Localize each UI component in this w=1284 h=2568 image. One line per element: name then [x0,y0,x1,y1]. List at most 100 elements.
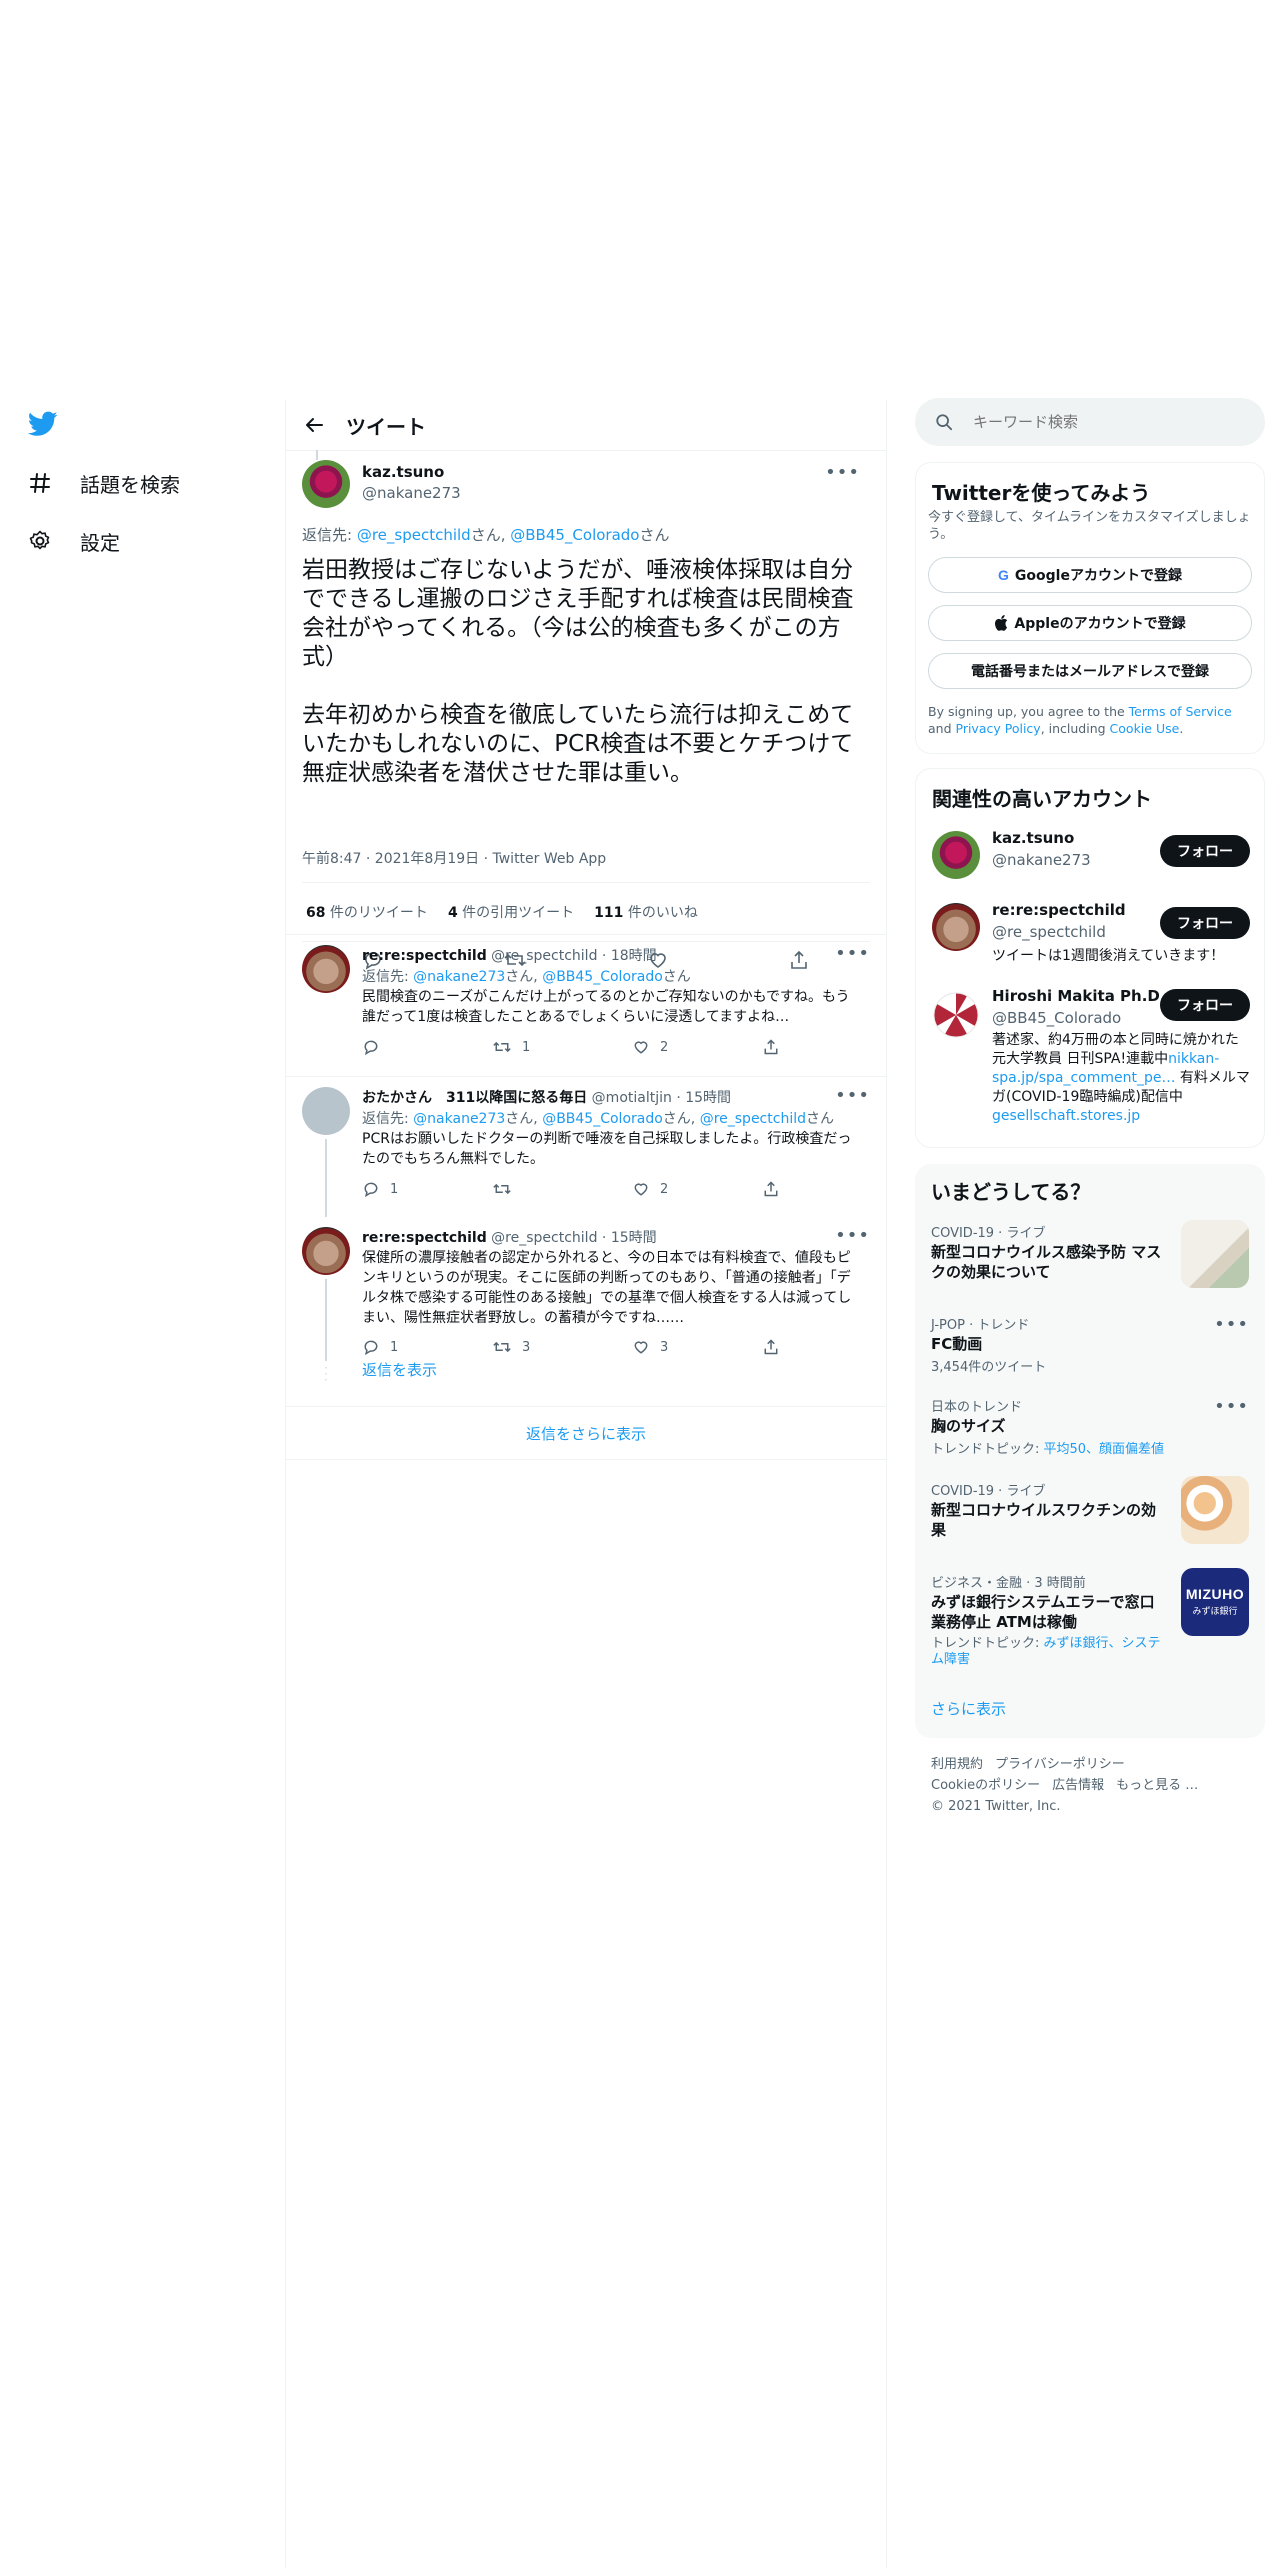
signup-legal: By signing up, you agree to the Terms of… [928,703,1254,737]
relevant-title: 関連性の高いアカウント [932,787,1152,811]
show-replies-link[interactable]: 返信を表示 [362,1359,437,1380]
avatar[interactable] [302,945,350,993]
trend-item[interactable]: J-POP · トレンド FC動画 3,454件のツイート ••• [915,1314,1265,1384]
gear-icon [28,521,68,561]
likes-label: 件のいいね [623,905,698,921]
footer-privacy-link[interactable]: プライバシーポリシー [995,1757,1125,1772]
avatar[interactable] [302,460,350,508]
search-input[interactable] [971,412,1235,432]
terms-link[interactable]: Terms of Service [1129,704,1232,719]
like-count: 3 [660,1339,669,1355]
legal-text: and [928,721,956,736]
avatar[interactable] [302,1227,350,1275]
trend-thumbnail[interactable] [1181,1220,1249,1288]
footer-ads-link[interactable]: 広告情報 [1052,1778,1104,1793]
nav-settings-label: 設定 [80,530,120,555]
search-bar[interactable] [915,398,1265,446]
account-row[interactable]: re:re:spectchild @re_spectchild ツイートは1週間… [916,893,1264,973]
retweet-button[interactable]: 1 [492,1038,632,1056]
trend-topics-links[interactable]: 平均50、顔面偏差値 [1044,1442,1165,1457]
footer-more-link[interactable]: もっと見る … [1116,1778,1198,1793]
retweet-button[interactable]: 3 [492,1338,632,1356]
quotes-stat[interactable]: 4 件の引用ツイート [448,902,574,922]
mention-suffix: さん, [662,1111,700,1127]
reply-button[interactable]: 1 [362,1180,492,1198]
account-name[interactable]: Hiroshi Makita Ph.D. [992,987,1166,1005]
follow-button[interactable]: フォロー [1160,907,1250,939]
signup-title: Twitterを使ってみよう [932,481,1151,505]
mention-link[interactable]: @BB45_Colorado [510,526,639,544]
share-button[interactable] [762,1338,780,1356]
reply-tweet[interactable]: re:re:spectchild @re_spectchild · 15時間 •… [286,1217,886,1397]
tweet-timestamp[interactable]: 午前8:47 · 2021年8月19日 · Twitter Web App [302,848,606,868]
trend-item[interactable]: COVID-19 · ライブ 新型コロナウイルス感染予防 マスクの効果について [915,1220,1265,1302]
reply-button[interactable]: 1 [362,1338,492,1356]
account-row[interactable]: Hiroshi Makita Ph.D. @BB45_Colorado 著述家、… [916,981,1264,1141]
more-icon[interactable]: ••• [1214,1396,1249,1417]
back-arrow-icon[interactable] [286,400,342,450]
display-name[interactable]: re:re:spectchild [362,948,487,964]
trend-category: 日本のトレンド [931,1400,1023,1415]
reply-tweet[interactable]: おたかさん 311以降国に怒る毎日 @motialtjin · 15時間 •••… [286,1077,886,1217]
account-row[interactable]: kaz.tsuno @nakane273 フォロー [916,821,1264,891]
handle-time: @re_spectchild · 18時間 [486,948,657,964]
show-more-replies-link[interactable]: 返信をさらに表示 [286,1407,886,1459]
share-button[interactable] [762,1038,780,1056]
mention-link[interactable]: @BB45_Colorado [542,1111,663,1127]
mention-link[interactable]: @re_spectchild [700,1111,806,1127]
trend-item[interactable]: 日本のトレンド 胸のサイズ トレンドトピック: 平均50、顔面偏差値 ••• [915,1396,1265,1466]
trend-thumbnail[interactable]: MIZUHO みずほ銀行 [1181,1568,1249,1636]
display-name[interactable]: kaz.tsuno [362,463,444,481]
mention-link[interactable]: @nakane273 [413,1111,505,1127]
avatar[interactable] [932,903,980,951]
quotes-count: 4 [447,905,458,921]
cookie-link[interactable]: Cookie Use [1110,721,1180,736]
like-button[interactable]: 2 [632,1180,762,1198]
likes-stat[interactable]: 111 件のいいね [594,902,698,922]
more-icon[interactable]: ••• [1214,1314,1249,1335]
apple-signup-button[interactable]: Appleのアカウントで登録 [928,605,1252,641]
reply-text: 民間検査のニーズがこんだけ上がってるのとかご存知ないのかもですね。もう誰だって1… [362,989,850,1025]
trend-item[interactable]: COVID-19 · ライブ 新型コロナウイルスワクチンの効果 [915,1476,1265,1560]
reply-button[interactable] [362,1038,492,1056]
more-icon[interactable]: ••• [825,462,860,483]
avatar[interactable] [302,1087,350,1135]
more-icon[interactable]: ••• [835,943,870,964]
follow-button[interactable]: フォロー [1160,989,1250,1021]
footer-terms-link[interactable]: 利用規約 [931,1757,983,1772]
account-name[interactable]: re:re:spectchild [992,901,1126,919]
account-name[interactable]: kaz.tsuno [992,829,1074,847]
reply-tweet[interactable]: re:re:spectchild @re_spectchild · 18時間 •… [286,935,886,1075]
nav-explore[interactable]: 話題を検索 [28,454,258,512]
more-icon[interactable]: ••• [835,1225,870,1246]
footer-cookie-link[interactable]: Cookieのポリシー [931,1778,1040,1793]
privacy-link[interactable]: Privacy Policy [956,721,1041,736]
show-more-trends-link[interactable]: さらに表示 [931,1698,1006,1719]
mention-link[interactable]: @nakane273 [413,969,505,985]
trend-thumbnail[interactable] [1181,1476,1249,1544]
twitter-logo-icon[interactable] [28,400,258,448]
like-button[interactable]: 3 [632,1338,762,1356]
sidebar: Twitterを使ってみよう 今すぐ登録して、タイムラインをカスタマイズしましょ… [915,398,1265,1814]
display-name[interactable]: おたかさん 311以降国に怒る毎日 [362,1090,587,1106]
bio-link[interactable]: gesellschaft.stores.jp [992,1108,1140,1124]
share-button[interactable] [762,1180,780,1198]
more-icon[interactable]: ••• [835,1085,870,1106]
reply-to-line: 返信先: @nakane273さん, @BB45_Coloradoさん [362,966,691,986]
follow-button[interactable]: フォロー [1160,835,1250,867]
retweet-button[interactable] [492,1180,632,1198]
handle[interactable]: @nakane273 [362,484,461,502]
like-button[interactable]: 2 [632,1038,762,1056]
google-signup-label: Googleアカウントで登録 [1014,568,1182,584]
retweets-stat[interactable]: 68 件のリツイート [306,902,428,922]
phone-signup-button[interactable]: 電話番号またはメールアドレスで登録 [928,653,1252,689]
avatar[interactable] [932,831,980,879]
mention-link[interactable]: @BB45_Colorado [542,969,663,985]
trend-item[interactable]: ビジネス・金融 · 3 時間前 みずほ銀行システムエラーで窓口業務停止 ATMは… [915,1568,1265,1682]
google-signup-button[interactable]: G Googleアカウントで登録 [928,557,1252,593]
nav-settings[interactable]: 設定 [28,512,258,570]
mention-link[interactable]: @re_spectchild [357,526,471,544]
avatar[interactable] [932,991,980,1039]
display-name[interactable]: re:re:spectchild [362,1230,487,1246]
mention-suffix: さん, [505,1111,543,1127]
